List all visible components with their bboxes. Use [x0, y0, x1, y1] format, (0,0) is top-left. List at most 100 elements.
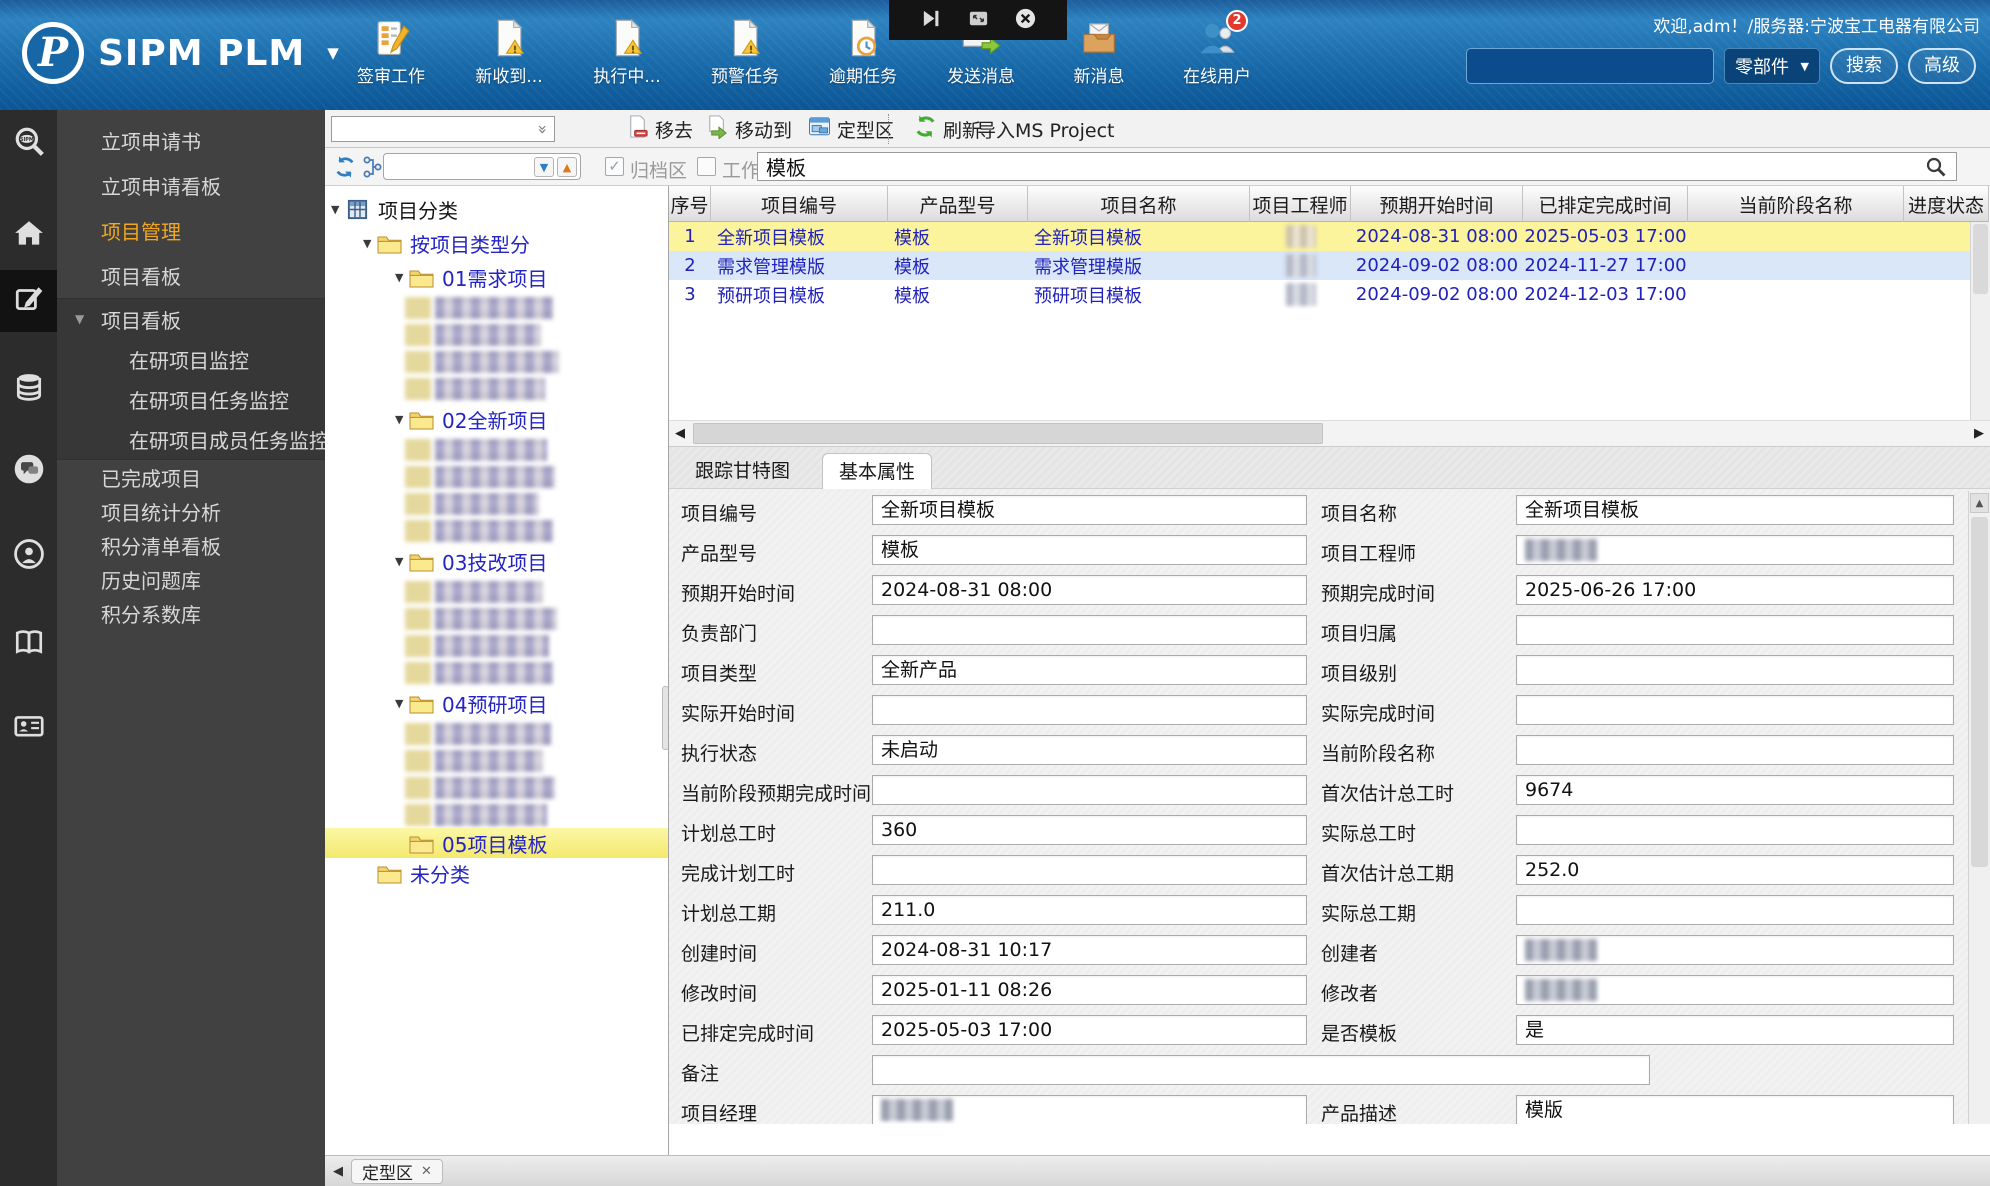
tree-node-cat-03-tech[interactable]: ▼ 03技改项目: [325, 544, 668, 578]
sidebar-item-ongoing-monitor[interactable]: 在研项目监控: [57, 339, 325, 379]
tree-item-blurred[interactable]: [325, 321, 668, 348]
tab-basic-properties[interactable]: 基本属性: [822, 453, 933, 489]
tree-item-blurred[interactable]: [325, 632, 668, 659]
expand-arrow-icon[interactable]: ▼: [395, 271, 408, 284]
sidebar-item-project-management[interactable]: 项目管理: [57, 208, 325, 253]
work-zone-checkbox[interactable]: [697, 157, 716, 176]
field-project-level[interactable]: [1516, 655, 1954, 685]
field-completed-planned-hours[interactable]: [872, 855, 1307, 885]
tree-node-by-project-type[interactable]: ▼ 按项目类型分: [325, 226, 668, 260]
panel-splitter-handle[interactable]: [662, 686, 668, 750]
search-button[interactable]: 搜索: [1830, 48, 1898, 84]
tab-close-icon[interactable]: ✕: [421, 1164, 432, 1179]
tree-item-blurred[interactable]: [325, 436, 668, 463]
resize-icon[interactable]: [967, 7, 990, 34]
sidebar-item-project-proposal[interactable]: 立项申请书: [57, 118, 325, 163]
field-actual-start[interactable]: [872, 695, 1307, 725]
global-search-input[interactable]: [1466, 48, 1714, 84]
scroll-up-icon[interactable]: ▲: [1970, 493, 1989, 513]
sidebar-item-project-board[interactable]: 项目看板: [57, 253, 325, 298]
tree-node-cat-02-new[interactable]: ▼ 02全新项目: [325, 402, 668, 436]
hscroll-thumb[interactable]: [693, 423, 1323, 444]
toolbar-button-online-users[interactable]: 2 在线用户: [1176, 10, 1258, 87]
sidebar-item-completed-projects[interactable]: 已完成项目: [57, 460, 325, 494]
column-header[interactable]: 进度状态: [1904, 186, 1989, 222]
logo-chevron-down-icon[interactable]: ▼: [327, 44, 339, 62]
table-row[interactable]: 1 全新项目模板 模板 全新项目模板 2024-08-31 08:00 2025-05-0…: [669, 222, 1989, 251]
field-execution-status[interactable]: 未启动: [872, 735, 1307, 765]
expand-arrow-icon[interactable]: ▼: [331, 203, 344, 216]
scroll-left-icon[interactable]: ◀: [669, 421, 691, 446]
tree-locate-input[interactable]: ▼ ▲: [383, 153, 581, 180]
tree-item-blurred[interactable]: [325, 578, 668, 605]
tree-item-blurred[interactable]: [325, 490, 668, 517]
module-edit[interactable]: [0, 270, 57, 332]
toolbar-button-import-ms-project[interactable]: 导入MS Project: [977, 114, 1115, 144]
field-planned-total-duration[interactable]: 211.0: [872, 895, 1307, 925]
bottom-scroll-left-icon[interactable]: ◀: [325, 1164, 351, 1179]
toolbar-button-remove[interactable]: 移去: [625, 114, 693, 144]
toolbar-button-fixed-zone[interactable]: 定型区: [807, 114, 894, 144]
tree-item-blurred[interactable]: [325, 605, 668, 632]
field-project-type[interactable]: 全新产品: [872, 655, 1307, 685]
tree-item-blurred[interactable]: [325, 294, 668, 321]
tree-item-blurred[interactable]: [325, 720, 668, 747]
field-project-manager[interactable]: [872, 1095, 1307, 1124]
toolbar-button-warning-tasks[interactable]: 预警任务: [704, 18, 786, 87]
scroll-right-icon[interactable]: ▶: [1968, 421, 1990, 446]
sidebar-item-project-stats[interactable]: 项目统计分析: [57, 494, 325, 528]
advanced-search-button[interactable]: 高级: [1908, 48, 1976, 84]
toolbar-button-new-received[interactable]: 新收到...: [468, 18, 550, 87]
field-product-description[interactable]: 模版: [1516, 1095, 1954, 1124]
form-vscroll-thumb[interactable]: [1971, 517, 1988, 867]
column-header[interactable]: 序号: [669, 186, 711, 222]
tree-refresh-icon[interactable]: [333, 155, 357, 179]
field-create-time[interactable]: 2024-08-31 10:17: [872, 935, 1307, 965]
sidebar-item-project-board-group[interactable]: ▼ 项目看板: [57, 299, 325, 339]
expand-arrow-icon[interactable]: ▼: [395, 413, 408, 426]
column-header[interactable]: 当前阶段名称: [1688, 186, 1904, 222]
module-card[interactable]: [0, 697, 57, 759]
tree-structure-icon[interactable]: [361, 155, 385, 179]
fixed-zone-bottom-tab[interactable]: 定型区 ✕: [351, 1158, 443, 1184]
tree-node-cat-05-template[interactable]: 05项目模板: [325, 828, 668, 858]
module-database[interactable]: [0, 358, 57, 420]
toolbar-button-new-message[interactable]: 新消息: [1058, 18, 1140, 87]
locate-down-button[interactable]: ▼: [534, 157, 554, 177]
form-vertical-scrollbar[interactable]: ▲: [1968, 491, 1990, 1124]
play-to-bar-icon[interactable]: [920, 7, 943, 34]
column-header[interactable]: 项目名称: [1028, 186, 1250, 222]
table-row[interactable]: 3 预研项目模板 模板 预研项目模板 2024-09-02 08:00 2024-12-0…: [669, 280, 1989, 309]
field-current-phase-name[interactable]: [1516, 735, 1954, 765]
column-header[interactable]: 预期开始时间: [1351, 186, 1523, 222]
module-book[interactable]: [0, 613, 57, 675]
locate-up-button[interactable]: ▲: [557, 157, 577, 177]
keyword-filter-input[interactable]: [757, 152, 1957, 181]
expand-arrow-icon[interactable]: ▼: [75, 312, 84, 326]
field-scheduled-finish[interactable]: 2025-05-03 17:00: [872, 1015, 1307, 1045]
tab-tracking-gantt[interactable]: 跟踪甘特图: [679, 453, 806, 489]
field-project-engineer[interactable]: [1516, 535, 1954, 565]
toolbar-button-move-to[interactable]: 移动到: [705, 114, 792, 144]
toolbar-button-refresh[interactable]: 刷新: [913, 114, 981, 144]
module-sipm-search[interactable]: SIPM: [0, 112, 57, 174]
tree-item-blurred[interactable]: [325, 517, 668, 544]
field-product-model[interactable]: 模板: [872, 535, 1307, 565]
table-horizontal-scrollbar[interactable]: ◀ ▶: [669, 420, 1990, 447]
expand-arrow-icon[interactable]: ▼: [363, 237, 376, 250]
tree-item-blurred[interactable]: [325, 659, 668, 686]
table-row[interactable]: 2 需求管理模版 模板 需求管理模版 2024-09-02 08:00 2024-11-2…: [669, 251, 1989, 280]
view-combo-box[interactable]: »: [331, 116, 555, 142]
field-expected-start[interactable]: 2024-08-31 08:00: [872, 575, 1307, 605]
field-project-belonging[interactable]: [1516, 615, 1954, 645]
module-broadcast[interactable]: [0, 525, 57, 587]
expand-arrow-icon[interactable]: ▼: [395, 697, 408, 710]
field-first-estimated-total-hours[interactable]: 9674: [1516, 775, 1954, 805]
field-planned-total-hours[interactable]: 360: [872, 815, 1307, 845]
sidebar-item-proposal-board[interactable]: 立项申请看板: [57, 163, 325, 208]
toolbar-button-executing[interactable]: 执行中...: [586, 18, 668, 87]
expand-arrow-icon[interactable]: ▼: [395, 555, 408, 568]
sidebar-item-score-list-board[interactable]: 积分清单看板: [57, 528, 325, 562]
app-logo[interactable]: P SIPM PLM ▼: [22, 22, 339, 84]
field-is-template[interactable]: 是: [1516, 1015, 1954, 1045]
